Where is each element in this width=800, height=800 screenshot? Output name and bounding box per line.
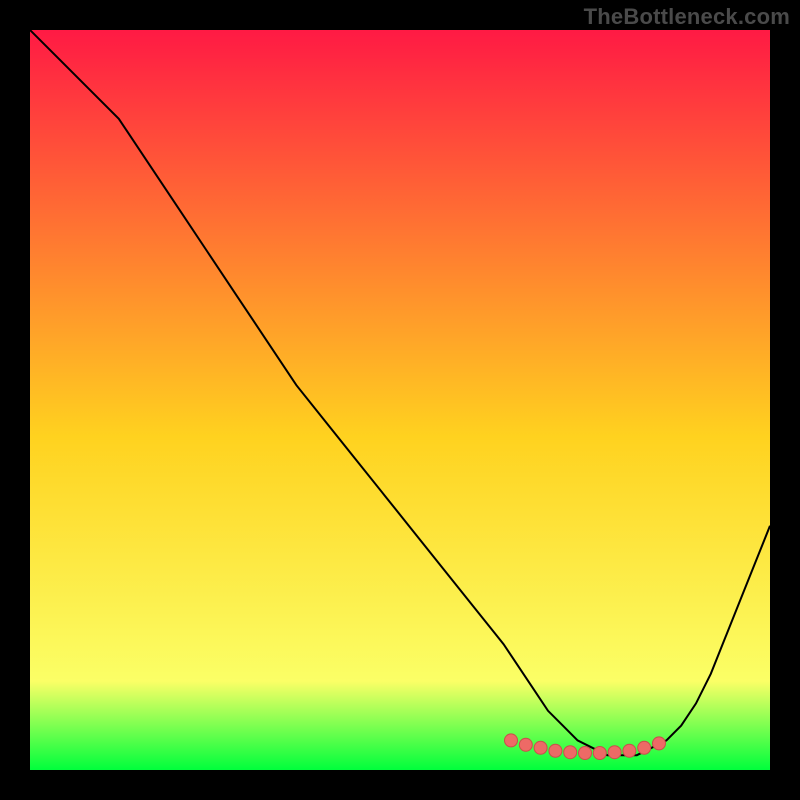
plot-area [30, 30, 770, 770]
marker-dot [638, 741, 651, 754]
marker-dot [579, 747, 592, 760]
marker-dot [623, 744, 636, 757]
marker-dot [519, 738, 532, 751]
marker-dot [608, 746, 621, 759]
gradient-background [30, 30, 770, 770]
marker-dot [653, 737, 666, 750]
marker-dot [593, 747, 606, 760]
chart-frame: TheBottleneck.com [0, 0, 800, 800]
marker-dot [549, 744, 562, 757]
marker-dot [505, 734, 518, 747]
marker-dot [534, 741, 547, 754]
marker-dot [564, 746, 577, 759]
chart-svg [30, 30, 770, 770]
watermark-text: TheBottleneck.com [584, 4, 790, 30]
